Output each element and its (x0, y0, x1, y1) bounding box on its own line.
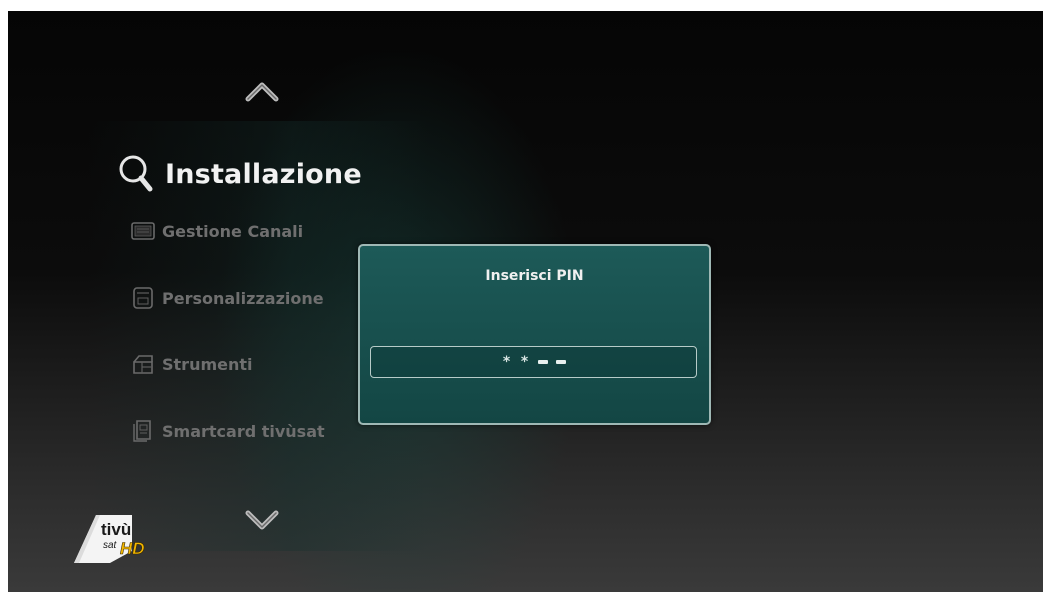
svg-text:HD: HD (120, 539, 145, 558)
dialog-title: Inserisci PIN (485, 268, 584, 284)
pin-digit-entered: * (520, 354, 529, 370)
pin-digit-entered: * (502, 354, 511, 370)
pin-digit-empty (555, 360, 566, 364)
pin-dialog: Inserisci PIN * * (358, 244, 711, 425)
chevron-down-icon[interactable] (244, 505, 280, 537)
menu-title-label: Installazione (165, 158, 362, 190)
menu-item-strumenti[interactable]: Strumenti (130, 349, 253, 379)
menu-item-label: Gestione Canali (162, 221, 304, 241)
menu-item-label: Personalizzazione (162, 288, 324, 308)
search-icon (115, 151, 161, 197)
settings-panel-icon (130, 286, 156, 310)
chevron-up-icon[interactable] (244, 79, 280, 111)
menu-item-personalizzazione[interactable]: Personalizzazione (130, 283, 324, 313)
tools-icon (130, 352, 156, 376)
pin-input[interactable]: * * (370, 346, 697, 378)
menu-item-label: Strumenti (162, 354, 253, 374)
menu-item-gestione-canali[interactable]: Gestione Canali (130, 216, 303, 246)
svg-text:tivù: tivù (101, 520, 131, 539)
svg-text:sat: sat (103, 540, 118, 551)
tv-screen: Installazione Gestione Canali Personaliz… (8, 11, 1043, 592)
menu-item-label: Smartcard tivùsat (162, 421, 325, 441)
smartcard-icon (130, 419, 156, 443)
menu-title: Installazione (115, 149, 362, 199)
tivusat-hd-logo: tivù sat HD (70, 507, 178, 569)
pin-digit-empty (537, 360, 548, 364)
channel-list-icon (130, 219, 156, 243)
menu-item-smartcard[interactable]: Smartcard tivùsat (130, 416, 325, 446)
